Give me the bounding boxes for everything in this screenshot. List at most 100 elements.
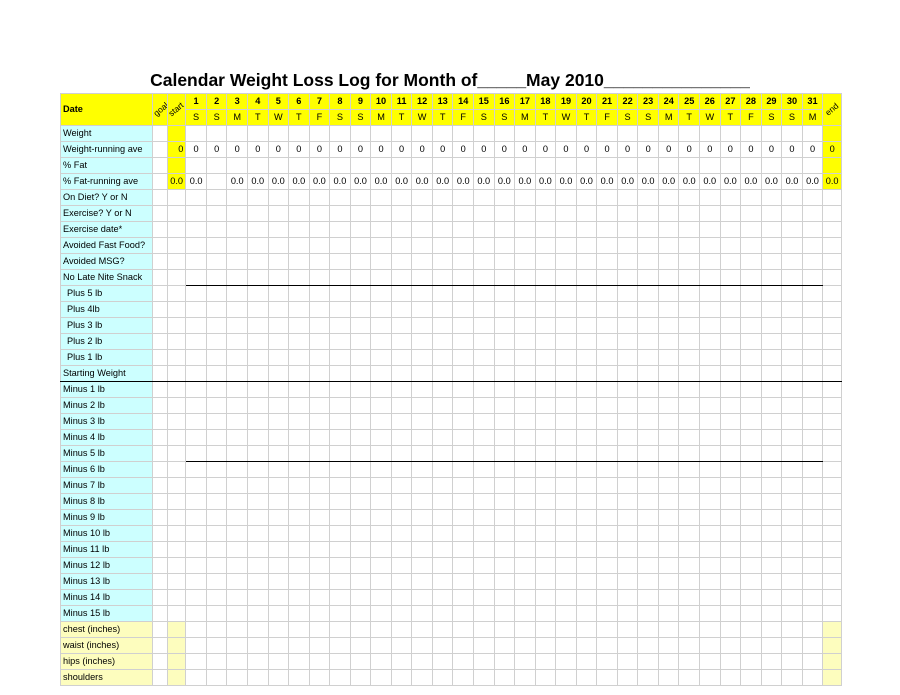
row-label: Starting Weight: [61, 366, 153, 382]
weekday: W: [412, 110, 433, 126]
row-waist: waist (inches): [61, 638, 842, 654]
day-num: 21: [597, 94, 618, 110]
row-starting-weight: Starting Weight: [61, 366, 842, 382]
row-label: Plus 5 lb: [61, 286, 153, 302]
weekday: T: [289, 110, 310, 126]
start-val: 0: [167, 142, 185, 158]
row-label: Minus 10 lb: [61, 526, 153, 542]
day-num: 23: [638, 94, 659, 110]
row-minus-13: Minus 13 lb: [61, 574, 842, 590]
row-avoid-msg: Avoided MSG?: [61, 254, 842, 270]
row-minus-2: Minus 2 lb: [61, 398, 842, 414]
weekday: W: [268, 110, 289, 126]
row-minus-12: Minus 12 lb: [61, 558, 842, 574]
weekday: F: [597, 110, 618, 126]
row-label: shoulders: [61, 670, 153, 686]
row-exercise-date: Exercise date*: [61, 222, 842, 238]
row-label: Plus 4lb: [61, 302, 153, 318]
row-plus-1: Plus 1 lb: [61, 350, 842, 366]
row-label: Exercise date*: [61, 222, 153, 238]
weekday: M: [658, 110, 679, 126]
weekday: S: [782, 110, 803, 126]
day-num: 26: [700, 94, 721, 110]
row-label: Plus 3 lb: [61, 318, 153, 334]
day-num: 10: [371, 94, 392, 110]
row-minus-10: Minus 10 lb: [61, 526, 842, 542]
row-label: Minus 2 lb: [61, 398, 153, 414]
weekday: T: [720, 110, 741, 126]
row-minus-8: Minus 8 lb: [61, 494, 842, 510]
row-hips: hips (inches): [61, 654, 842, 670]
row-label: Plus 1 lb: [61, 350, 153, 366]
weekday: F: [741, 110, 762, 126]
weekday: M: [515, 110, 536, 126]
day-num: 15: [474, 94, 495, 110]
row-shoulders: shoulders: [61, 670, 842, 686]
day-num: 12: [412, 94, 433, 110]
day-num: 7: [309, 94, 330, 110]
row-minus-11: Minus 11 lb: [61, 542, 842, 558]
row-pct-fat-running-ave: % Fat-running ave 0.0 0.00.00.00.00.00.0…: [61, 174, 842, 190]
row-label: Minus 12 lb: [61, 558, 153, 574]
log-table: Date goal start 1 2 3 4 5 6 7 8 9 10 11 …: [60, 93, 842, 686]
row-chest: chest (inches): [61, 622, 842, 638]
weekday: T: [432, 110, 453, 126]
row-pct-fat: % Fat: [61, 158, 842, 174]
weekday: T: [576, 110, 597, 126]
weekday: T: [247, 110, 268, 126]
weekday: T: [679, 110, 700, 126]
row-minus-3: Minus 3 lb: [61, 414, 842, 430]
header-row-days: Date goal start 1 2 3 4 5 6 7 8 9 10 11 …: [61, 94, 842, 110]
weekday: S: [206, 110, 227, 126]
row-minus-14: Minus 14 lb: [61, 590, 842, 606]
row-plus-2: Plus 2 lb: [61, 334, 842, 350]
weekday: S: [761, 110, 782, 126]
weekday: M: [227, 110, 248, 126]
weekday: W: [700, 110, 721, 126]
row-label: Minus 9 lb: [61, 510, 153, 526]
row-label: Minus 4 lb: [61, 430, 153, 446]
header-goal: goal: [153, 94, 167, 126]
row-label: Avoided MSG?: [61, 254, 153, 270]
day-num: 9: [350, 94, 371, 110]
row-minus-6: Minus 6 lb: [61, 462, 842, 478]
header-end: end: [823, 94, 842, 126]
weekday: F: [309, 110, 330, 126]
day-num: 11: [391, 94, 412, 110]
row-label: waist (inches): [61, 638, 153, 654]
row-label: No Late Nite Snack: [61, 270, 153, 286]
row-label: % Fat-running ave: [61, 174, 153, 190]
row-minus-1: Minus 1 lb: [61, 382, 842, 398]
row-label: hips (inches): [61, 654, 153, 670]
row-plus-3: Plus 3 lb: [61, 318, 842, 334]
weekday: M: [371, 110, 392, 126]
day-num: 28: [741, 94, 762, 110]
row-minus-15: Minus 15 lb: [61, 606, 842, 622]
weekday: T: [391, 110, 412, 126]
day-num: 20: [576, 94, 597, 110]
weekday: S: [186, 110, 207, 126]
day-num: 29: [761, 94, 782, 110]
row-label: Minus 1 lb: [61, 382, 153, 398]
day-num: 13: [432, 94, 453, 110]
row-minus-5: Minus 5 lb: [61, 446, 842, 462]
day-num: 22: [617, 94, 638, 110]
row-label: Minus 13 lb: [61, 574, 153, 590]
day-num: 3: [227, 94, 248, 110]
end-val: 0.0: [823, 174, 842, 190]
day-num: 24: [658, 94, 679, 110]
day-num: 31: [802, 94, 823, 110]
row-label: Exercise? Y or N: [61, 206, 153, 222]
day-num: 2: [206, 94, 227, 110]
row-exercise: Exercise? Y or N: [61, 206, 842, 222]
row-label: Minus 8 lb: [61, 494, 153, 510]
row-avoid-fastfood: Avoided Fast Food?: [61, 238, 842, 254]
page-title: Calendar Weight Loss Log for Month of___…: [60, 70, 840, 91]
weekday: W: [556, 110, 577, 126]
header-start: start: [167, 94, 185, 126]
row-label: Minus 3 lb: [61, 414, 153, 430]
row-minus-7: Minus 7 lb: [61, 478, 842, 494]
row-label: Weight: [61, 126, 153, 142]
weekday: T: [535, 110, 556, 126]
row-label: Minus 7 lb: [61, 478, 153, 494]
